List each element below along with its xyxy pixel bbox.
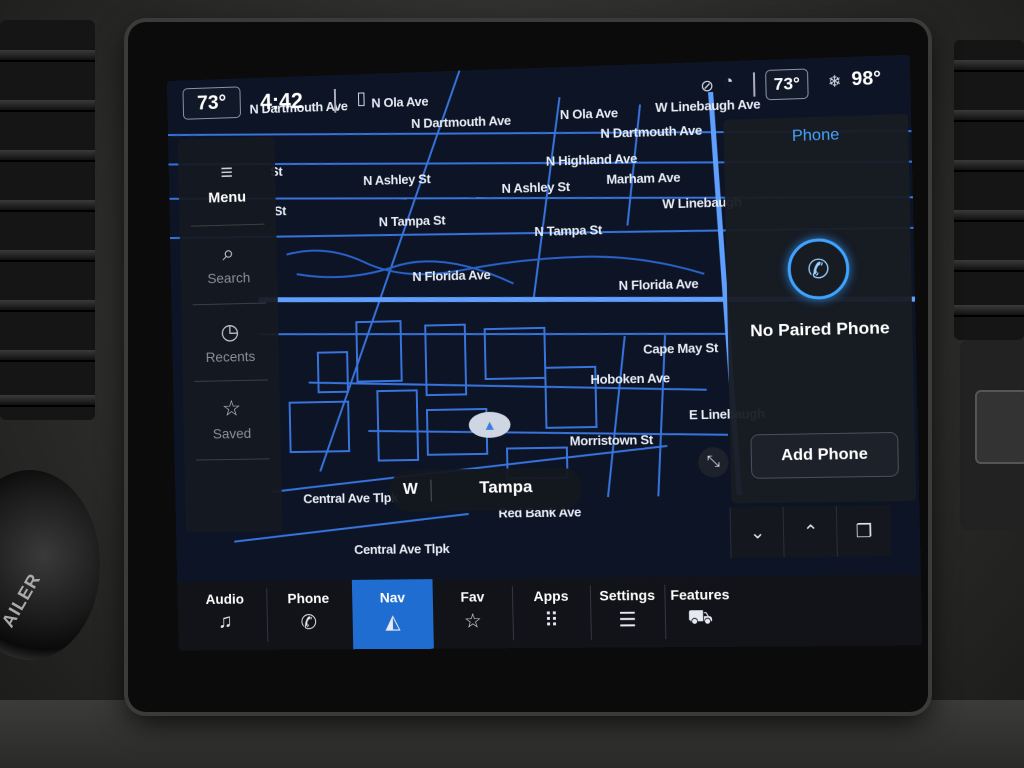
street-label: N Florida Ave [412, 267, 490, 284]
tab-apps[interactable]: Apps ⠿ [514, 578, 589, 649]
street-label: Cape May St [643, 340, 718, 357]
climate-icon: ❄ [828, 71, 842, 92]
star-plus-icon: ☆ [435, 608, 511, 634]
street-label: N Ashley St [363, 171, 431, 188]
map-menu-panel: ≡ Menu ⌕ Search ◷ Recents ☆ Saved [178, 136, 283, 532]
tab-nav[interactable]: Nav ◭ [352, 579, 434, 649]
hamburger-icon: ≡ [178, 158, 275, 187]
street-label: N Ashley St [501, 179, 570, 196]
clock-icon: ◷ [181, 318, 278, 346]
menu-button[interactable]: ≡ Menu [178, 158, 276, 207]
phone-handset-icon[interactable]: ✆ [787, 238, 850, 300]
street-label: N Highland Ave [546, 151, 637, 169]
right-hard-button[interactable] [975, 390, 1024, 464]
phone-icon: ✆ [269, 610, 349, 635]
tab-label: Nav [352, 589, 433, 606]
street-label: N Tampa St [534, 222, 602, 239]
infotainment-screen: N Dartmouth Ave N Dartmouth Ave N Ola Av… [167, 55, 922, 651]
current-city: Tampa [446, 477, 566, 499]
location-pill[interactable]: W Tampa [389, 467, 583, 512]
chevron-down-icon[interactable]: ⌄ [730, 507, 785, 558]
recents-label: Recents [182, 348, 279, 366]
trailer-control-knob[interactable] [0, 470, 100, 660]
menu-divider [191, 224, 264, 227]
phone-projection-icon: ▯ [356, 88, 366, 109]
saved-label: Saved [184, 425, 281, 442]
apps-grid-icon: ⠿ [514, 608, 588, 634]
tab-label: Fav [435, 588, 511, 605]
tab-label: Phone [268, 590, 348, 607]
copy-icon[interactable]: ❐ [836, 505, 892, 556]
star-icon: ☆ [183, 395, 280, 422]
navigation-arrow-icon: ◭ [352, 609, 433, 634]
street-label: Central Ave Tlpk [354, 541, 450, 557]
street-label: N Dartmouth Ave [600, 123, 702, 141]
street-label: N Florida Ave [618, 276, 698, 293]
phone-panel: Phone ✆ No Paired Phone Add Phone [723, 114, 916, 504]
street-label: Marham Ave [606, 170, 680, 187]
menu-divider [196, 458, 270, 460]
right-air-vent [954, 40, 1024, 340]
menu-label: Menu [179, 188, 276, 208]
compass-heading: W [403, 481, 418, 499]
menu-divider [194, 379, 268, 381]
sliders-icon: ☰ [592, 607, 663, 633]
saved-button[interactable]: ☆ Saved [183, 395, 281, 442]
street-label: N Tampa St [379, 213, 446, 230]
street-label: Hoboken Ave [590, 370, 670, 387]
search-icon: ⌕ [180, 239, 277, 267]
tab-label: Audio [185, 591, 265, 607]
truck-icon: ⛟ [667, 606, 734, 632]
search-button[interactable]: ⌕ Search [180, 239, 278, 287]
wifi-icon: ◔ [723, 73, 733, 92]
tab-label: Settings [592, 587, 663, 604]
right-temp: 98° [851, 68, 881, 91]
search-label: Search [180, 269, 277, 287]
panel-controls: ⌄ ⌃ ❐ [730, 505, 921, 558]
tab-phone[interactable]: Phone ✆ [268, 580, 349, 650]
status-divider [753, 72, 756, 96]
bottom-tab-bar: Audio ♫ Phone ✆ Nav ◭ Fav ☆ Apps ⠿ Setti… [177, 574, 922, 650]
menu-divider [193, 303, 267, 306]
chevron-up-icon[interactable]: ⌃ [783, 506, 838, 557]
tab-label: Features [666, 586, 733, 603]
outside-temp: 73° [182, 86, 241, 119]
phone-status: No Paired Phone [728, 318, 913, 342]
status-divider [334, 89, 336, 113]
clock: 4:42 [260, 88, 303, 115]
tab-fav[interactable]: Fav ☆ [434, 578, 511, 648]
street-label: Central Ave Tlpk [303, 490, 398, 506]
music-note-icon: ♫ [185, 610, 265, 633]
pill-divider [430, 480, 431, 502]
tab-features[interactable]: Features ⛟ [666, 576, 734, 647]
tab-audio[interactable]: Audio ♫ [185, 581, 266, 651]
add-phone-button[interactable]: Add Phone [750, 432, 899, 479]
recents-button[interactable]: ◷ Recents [181, 318, 279, 365]
mute-icon: ⊘ [700, 76, 714, 97]
cabin-temp[interactable]: 73° [765, 68, 809, 100]
left-air-vent [0, 20, 95, 420]
phone-panel-title: Phone [724, 124, 909, 148]
tab-settings[interactable]: Settings ☰ [592, 577, 664, 648]
tab-label: Apps [514, 588, 588, 605]
street-label: Morristown St [570, 432, 653, 448]
